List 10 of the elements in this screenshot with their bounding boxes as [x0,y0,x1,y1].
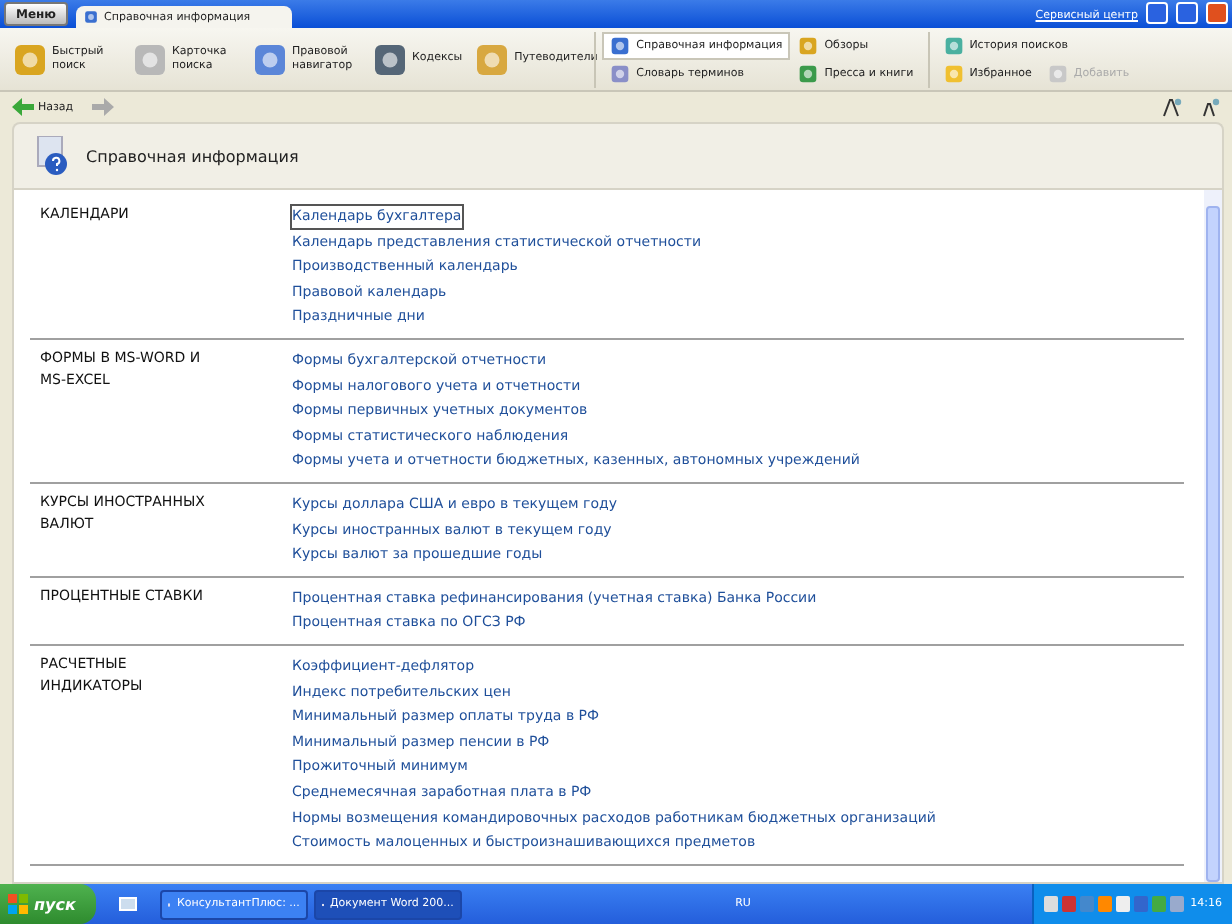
maximize-button[interactable] [1176,2,1198,24]
minimize-button[interactable] [1146,2,1168,24]
tray-icons[interactable] [1044,896,1185,912]
font-decrease-icon[interactable] [1200,97,1220,117]
help-document-icon [34,136,70,176]
font-increase-icon[interactable] [1162,97,1182,117]
desktop-icon[interactable] [117,895,138,913]
windows-logo [8,894,28,914]
page-title: Справочная информация [86,147,299,165]
close-button[interactable] [1206,2,1228,24]
